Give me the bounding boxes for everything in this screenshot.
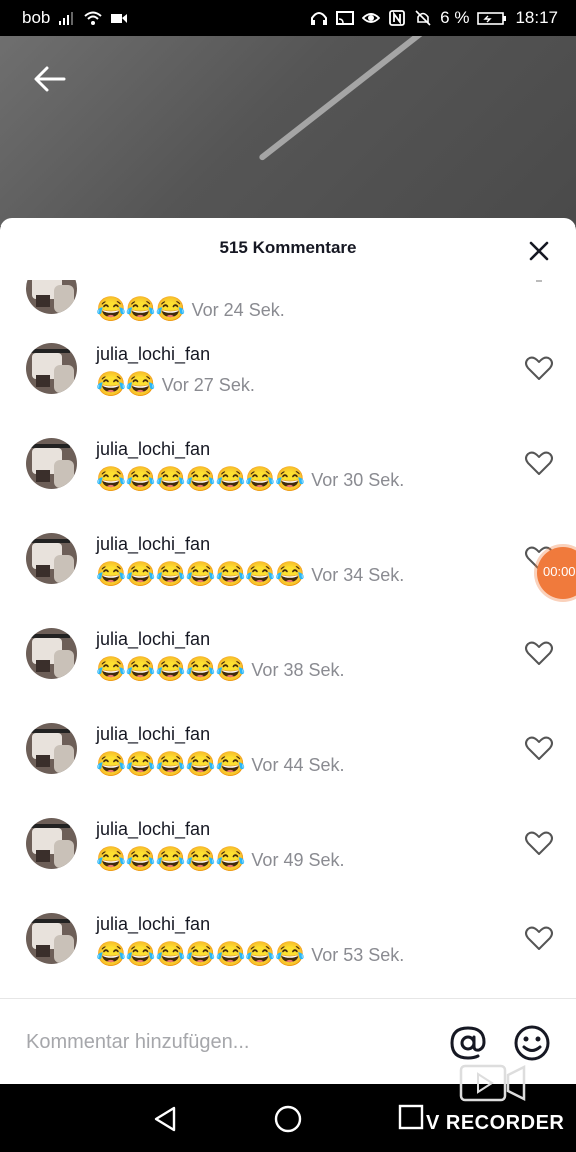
comment-time: Vor 38 Sek. [251,659,345,680]
comments-header: 515 Kommentare [0,218,576,282]
list-item: julia_lochi_fan 😂😂😂😂😂 Vor 44 Sek. [0,720,576,815]
comment-username[interactable]: julia_lochi_fan [96,819,210,840]
clock: 18:17 [515,8,558,27]
comment-time: Vor 53 Sek. [311,944,405,965]
video-frame-detail [258,36,436,162]
comment-text: 😂😂😂😂😂😂😂 Vor 30 Sek. [96,466,404,494]
comment-time: Vor 24 Sek. [191,299,285,320]
comment-emojis: 😂😂😂😂😂 [96,846,246,873]
list-item: julia_lochi_fan 😂😂😂😂😂😂😂 Vor 53 Sek. [0,910,576,998]
comment-username[interactable]: julia_lochi_fan [96,439,210,460]
avatar[interactable] [26,723,77,774]
heart-icon[interactable] [524,733,554,763]
list-item: julia_lochi_fan 😂😂 Vor 27 Sek. [0,340,576,435]
comment-username[interactable]: julia_lochi_fan [96,534,210,555]
comments-count-title: 515 Kommentare [219,238,357,257]
heart-icon[interactable] [524,923,554,953]
recorder-watermark: V RECORDER [426,1112,565,1134]
back-arrow-icon[interactable] [28,62,72,96]
comment-text: 😂😂😂😂😂😂😂 Vor 53 Sek. [96,941,404,969]
avatar[interactable] [26,628,77,679]
list-item: julia_lochi_fan 😂😂😂😂😂😂😂 Vor 34 Sek. [0,530,576,625]
comment-text: 😂😂😂😂😂😂😂 Vor 34 Sek. [96,561,404,589]
avatar[interactable] [26,343,77,394]
comment-time: Vor 30 Sek. [311,469,405,490]
comment-time: Vor 27 Sek. [161,374,255,395]
comments-list[interactable]: 😂😂😂 Vor 24 Sek. julia_lochi_fan 😂😂 Vor 2… [0,280,576,998]
comment-time: Vor 49 Sek. [251,849,345,870]
eye-icon [362,13,381,23]
comments-sheet: 515 Kommentare 😂😂😂 Vor 24 Sek. julia_loc… [0,218,576,1084]
nfc-icon [389,10,406,26]
at-sign-icon[interactable] [448,1023,488,1063]
cast-icon [336,11,355,25]
comment-username[interactable]: julia_lochi_fan [96,914,210,935]
heart-icon[interactable] [524,828,554,858]
close-icon[interactable] [524,236,554,266]
video-background[interactable] [0,36,576,226]
list-item: julia_lochi_fan 😂😂😂😂😂 Vor 38 Sek. [0,625,576,720]
battery-icon [477,12,507,25]
list-item: 😂😂😂 Vor 24 Sek. [0,280,576,323]
comment-emojis: 😂😂😂 [96,296,186,323]
nav-home-icon[interactable] [271,1102,305,1136]
carrier-label: bob [22,8,51,27]
list-item: julia_lochi_fan 😂😂😂😂😂😂😂 Vor 30 Sek. [0,435,576,530]
comment-username[interactable]: julia_lochi_fan [96,344,210,365]
list-item: julia_lochi_fan 😂😂😂😂😂 Vor 49 Sek. [0,815,576,910]
comment-username[interactable]: julia_lochi_fan [96,724,210,745]
headphones-icon [311,12,328,25]
bell-off-icon [415,10,431,26]
comment-time: Vor 34 Sek. [311,564,405,585]
recorder-camera-icon [459,1064,526,1102]
smiley-icon[interactable] [512,1023,552,1063]
comment-emojis: 😂😂😂😂😂😂😂 [96,466,306,493]
comment-emojis: 😂😂😂😂😂😂😂 [96,941,306,968]
heart-icon[interactable] [524,638,554,668]
status-bar: bob 6 % 18:17 [0,0,576,36]
avatar[interactable] [26,818,77,869]
heart-icon[interactable] [524,353,554,383]
nav-recents-icon[interactable] [396,1102,430,1136]
signal-icon [59,12,74,25]
avatar[interactable] [26,913,77,964]
comment-emojis: 😂😂 [96,371,156,398]
comment-text: 😂😂😂😂😂 Vor 44 Sek. [96,751,344,779]
battery-percent: 6 % [440,8,470,27]
comment-text: 😂😂😂😂😂 Vor 49 Sek. [96,846,344,874]
comment-text: 😂😂😂😂😂 Vor 38 Sek. [96,656,344,684]
avatar[interactable] [26,438,77,489]
comment-emojis: 😂😂😂😂😂 [96,656,246,683]
comment-username[interactable]: julia_lochi_fan [96,629,210,650]
comment-text: 😂😂😂 Vor 24 Sek. [96,296,285,324]
comment-emojis: 😂😂😂😂😂😂😂 [96,561,306,588]
nav-back-icon[interactable] [148,1102,182,1136]
heart-icon[interactable] [524,448,554,478]
avatar[interactable] [26,280,77,314]
recorder-timer: 00:00 [543,564,576,579]
comment-text: 😂😂 Vor 27 Sek. [96,371,255,399]
comment-time: Vor 44 Sek. [251,754,345,775]
video-camera-icon [111,14,128,23]
wifi-icon [84,11,103,25]
comment-input[interactable] [26,1025,426,1059]
comment-emojis: 😂😂😂😂😂 [96,751,246,778]
avatar[interactable] [26,533,77,584]
